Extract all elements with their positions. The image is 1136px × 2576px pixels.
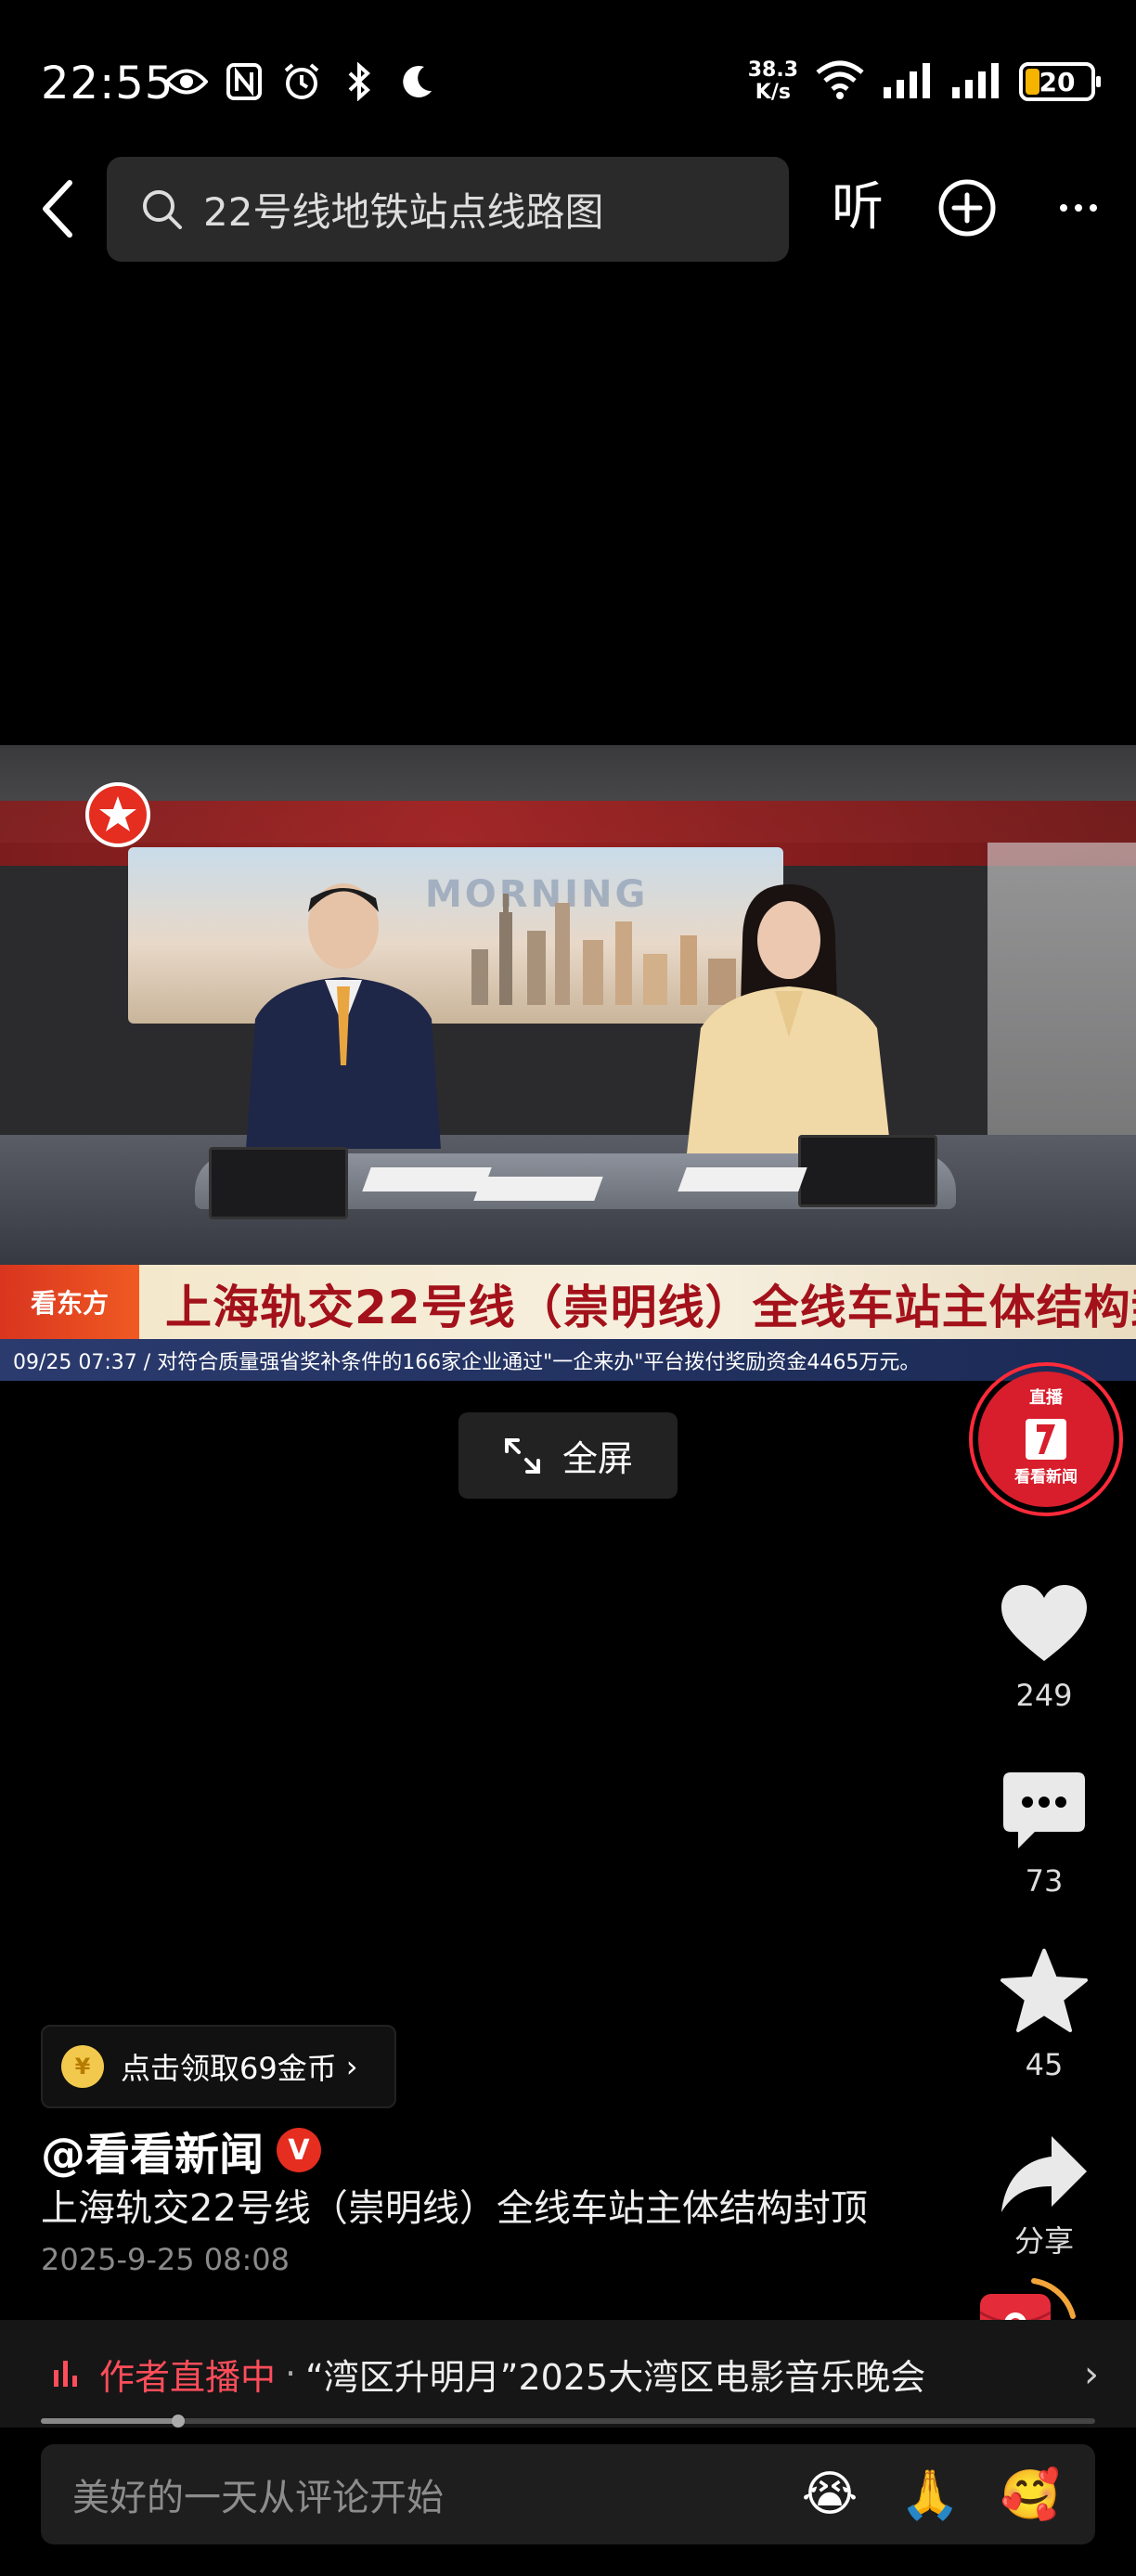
author-row[interactable]: @看看新闻 V xyxy=(41,2118,322,2183)
separator-dot: · xyxy=(285,2353,297,2394)
bluetooth-icon xyxy=(338,60,381,103)
moon-icon xyxy=(395,60,438,103)
star-icon xyxy=(1000,1949,1088,2032)
dragon-tv-logo xyxy=(85,782,150,847)
post-date: 2025-9-25 08:08 xyxy=(41,2242,290,2277)
top-nav: 22号线地铁站点线路图 听 xyxy=(0,154,1136,262)
share-button[interactable]: 分享 xyxy=(984,2134,1104,2260)
video-player[interactable]: MORNING 看东方 上海轨交22号线（崇明线）全线车站主体结构封顶 09/2… xyxy=(0,745,1136,1381)
search-query: 22号线地铁站点线路图 xyxy=(203,189,604,235)
battery-level: 20 xyxy=(1039,66,1076,97)
status-bar: 22:55 38.3 K/s 20 xyxy=(0,0,1136,139)
add-button[interactable] xyxy=(937,178,997,238)
live-event-title: “湾区升明月”2025大湾区电影音乐晚会 xyxy=(305,2356,926,2398)
progress-handle[interactable] xyxy=(171,2415,185,2428)
comment-button[interactable]: 73 xyxy=(984,1771,1104,1899)
comment-icon xyxy=(1003,1772,1085,1848)
author-live-label: 作者直播中 xyxy=(99,2356,277,2398)
net-speed-unit: K/s xyxy=(755,81,791,104)
comment-placeholder: 美好的一天从评论开始 xyxy=(72,2477,444,2519)
male-anchor-image xyxy=(246,883,441,1149)
like-count: 249 xyxy=(1015,1678,1073,1713)
ticker-text: 09/25 07:37 / 对符合质量强省奖补条件的166家企业通过"一企来办"… xyxy=(13,1350,921,1374)
post-title: 上海轨交22号线（崇明线）全线车站主体结构封顶 xyxy=(41,2187,868,2230)
net-speed-value: 38.3 xyxy=(747,58,798,82)
coin-reward-label: 点击领取69金币 xyxy=(121,2051,337,2086)
share-icon xyxy=(1001,2136,1087,2212)
chevron-right-icon: › xyxy=(345,2049,358,2084)
alarm-icon xyxy=(280,60,323,103)
signal-icon xyxy=(950,61,1002,102)
favorite-count: 45 xyxy=(1025,2047,1064,2082)
video-progress-bar[interactable] xyxy=(41,2415,1095,2428)
crying-emoji-icon[interactable]: 😭 xyxy=(800,2465,859,2524)
comment-input[interactable]: 美好的一天从评论开始 😭 🙏 🥰 xyxy=(41,2444,1095,2544)
favorite-button[interactable]: 45 xyxy=(984,1949,1104,2082)
live-badge[interactable]: 直播 看看新闻 xyxy=(969,1362,1123,1516)
eye-icon xyxy=(165,60,208,103)
status-icons-right: 38.3 K/s 20 xyxy=(748,54,1101,109)
smiling-hearts-emoji-icon[interactable]: 🥰 xyxy=(1000,2465,1061,2524)
pray-emoji-icon[interactable]: 🙏 xyxy=(900,2465,961,2524)
status-icons-left xyxy=(165,58,438,106)
nfc-icon xyxy=(223,60,265,103)
live-bars-icon xyxy=(54,2361,77,2387)
clock: 22:55 xyxy=(41,58,174,109)
expand-icon xyxy=(504,1437,540,1474)
like-button[interactable]: 249 xyxy=(984,1583,1104,1713)
heart-icon xyxy=(1001,1585,1087,1661)
live-label: 直播 xyxy=(1029,1388,1063,1408)
fullscreen-button[interactable]: 全屏 xyxy=(458,1412,678,1499)
chevron-left-icon xyxy=(43,180,72,238)
female-anchor-image xyxy=(687,884,891,1153)
chevron-right-icon: › xyxy=(1084,2353,1099,2396)
program-logo: 看东方 xyxy=(0,1265,139,1339)
battery-indicator: 20 xyxy=(1019,62,1101,101)
news-ticker: 09/25 07:37 / 对符合质量强省奖补条件的166家企业通过"一企来办"… xyxy=(0,1339,1136,1381)
back-button[interactable] xyxy=(24,176,89,241)
signal-icon xyxy=(882,61,934,102)
gold-coin-icon: ¥ xyxy=(61,2045,104,2088)
kankan-logo-icon xyxy=(1026,1419,1066,1460)
desk-monitor xyxy=(209,1147,348,1219)
fullscreen-label: 全屏 xyxy=(562,1438,633,1479)
wifi-icon xyxy=(815,59,865,104)
desk-monitor xyxy=(798,1135,937,1207)
video-headline: 上海轨交22号线（崇明线）全线车站主体结构封顶 xyxy=(165,1281,1136,1334)
comment-count: 73 xyxy=(1025,1863,1064,1899)
author-name[interactable]: @看看新闻 xyxy=(41,2118,264,2183)
listen-button[interactable]: 听 xyxy=(832,171,884,245)
search-icon xyxy=(143,189,182,229)
verified-badge-icon: V xyxy=(277,2128,322,2172)
search-input[interactable]: 22号线地铁站点线路图 xyxy=(107,157,789,262)
more-icon[interactable] xyxy=(1051,178,1106,238)
live-channel-name: 看看新闻 xyxy=(1014,1468,1078,1487)
program-logo-text: 看东方 xyxy=(30,1288,109,1319)
author-live-strip[interactable]: 作者直播中 · “湾区升明月”2025大湾区电影音乐晚会 › xyxy=(0,2320,1136,2428)
share-label: 分享 xyxy=(1013,2223,1074,2259)
coin-reward-chip[interactable]: ¥ 点击领取69金币 › xyxy=(41,2025,396,2108)
network-speed: 38.3 K/s xyxy=(748,59,798,104)
plus-circle-icon xyxy=(938,179,996,237)
